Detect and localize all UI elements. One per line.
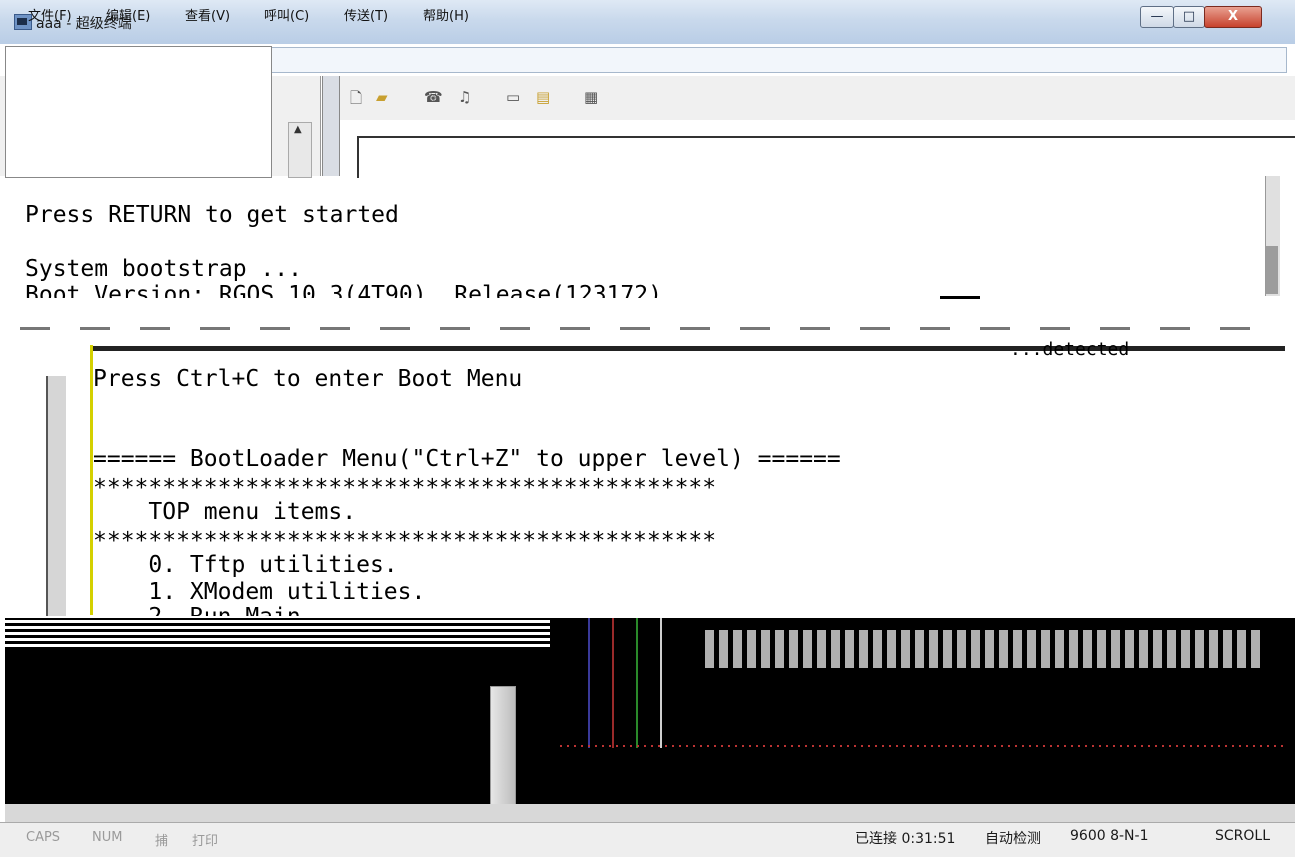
receive-icon[interactable]: ▤ (536, 88, 550, 106)
status-connected: 已连接 0:31:51 (855, 831, 956, 847)
menu-view[interactable]: 查看(V) (185, 5, 230, 24)
status-print: 打印 (192, 834, 219, 849)
left-pane-content (5, 46, 272, 178)
scroll-up-arrow-icon[interactable]: ▲ (294, 124, 302, 135)
terminal-line: ****************************************… (93, 528, 717, 554)
maximize-button[interactable]: □ (1173, 6, 1205, 28)
glitch-line (612, 618, 614, 748)
status-caps: CAPS (26, 830, 61, 845)
disconnect-icon[interactable]: ♫ (458, 88, 471, 106)
status-port: 9600 8-N-1 (1070, 828, 1149, 844)
terminal-frame (357, 136, 1295, 178)
terminal-line: Press RETURN to get started (25, 202, 399, 228)
phone-icon[interactable]: ☎ (424, 88, 443, 106)
status-detect: 自动检测 (985, 831, 1041, 847)
pc-tower-icon (490, 686, 516, 806)
terminal-line: ====== BootLoader Menu("Ctrl+Z" to upper… (93, 446, 841, 472)
glitch-line (636, 618, 638, 748)
status-num: NUM (92, 830, 123, 845)
menu-help[interactable]: 帮助(H) (423, 5, 469, 24)
status-capture: 捕 (155, 834, 169, 849)
glitch-line (588, 618, 590, 748)
terminal-line: 2. Run Main... (93, 604, 342, 616)
ghost-frame-left (46, 376, 66, 616)
glitch-band (20, 327, 1275, 330)
terminal-line: 1. XModem utilities. (93, 579, 426, 605)
glitch-dots (560, 745, 1285, 747)
glitch-stripes (5, 620, 550, 648)
terminal-scrollbar-thumb[interactable] (1266, 246, 1278, 294)
glitch-band (5, 804, 1295, 822)
status-scroll: SCROLL (1215, 828, 1271, 844)
pane-splitter[interactable] (322, 76, 340, 176)
terminal-line: ****************************************… (93, 475, 717, 501)
menu-file[interactable]: 文件(F) (28, 5, 72, 24)
terminal-line: TOP menu items. (93, 499, 357, 525)
terminal-line: 0. Tftp utilities. (93, 552, 398, 578)
open-folder-icon[interactable]: ▰ (376, 88, 388, 106)
menu-call[interactable]: 呼叫(C) (264, 5, 309, 24)
terminal-overlap-text: ...detected (1010, 339, 1130, 360)
glitch-band (940, 296, 980, 299)
terminal-line: Boot Version: RGOS 10.3(4T90), Release(1… (25, 282, 662, 298)
terminal-line: Press Ctrl+C to enter Boot Menu (93, 366, 523, 392)
send-icon[interactable]: ▭ (506, 88, 520, 106)
glitch-line (660, 618, 662, 748)
properties-icon[interactable]: ▦ (584, 88, 598, 106)
minimize-button[interactable]: — (1140, 6, 1174, 28)
toolbar (340, 76, 1295, 120)
menu-edit[interactable]: 编辑(E) (106, 5, 150, 24)
menu-transfer[interactable]: 传送(T) (344, 5, 388, 24)
close-button[interactable]: X (1204, 6, 1262, 28)
glitch-text-band (705, 630, 1265, 668)
terminal-line: System bootstrap ... (25, 256, 302, 282)
new-file-icon[interactable]: 🗋 (350, 88, 362, 113)
